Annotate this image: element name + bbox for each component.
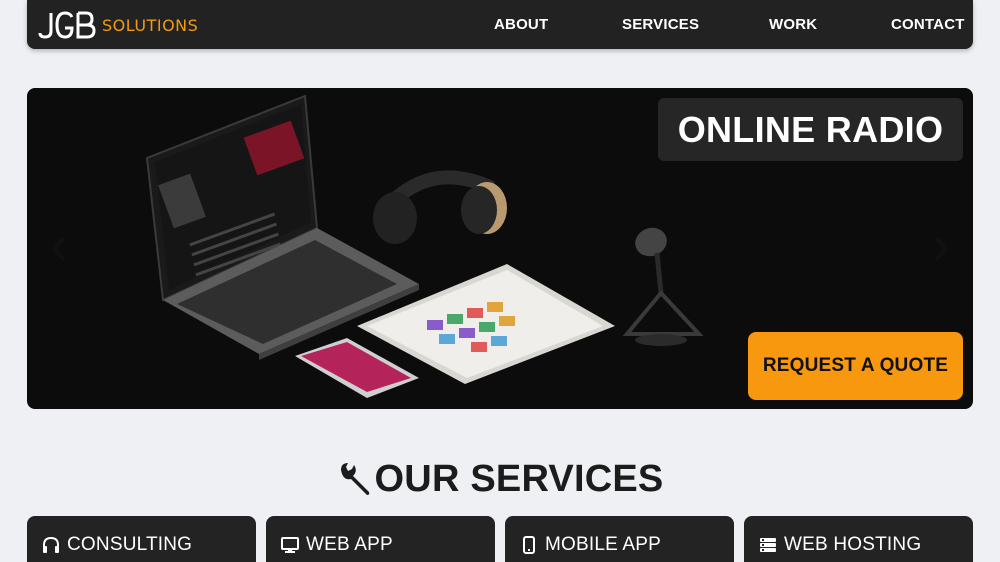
services-heading: OUR SERVICES bbox=[0, 456, 1000, 502]
top-navbar: SOLUTIONS ABOUT SERVICES WORK CONTACT bbox=[27, 0, 973, 49]
carousel-next-button[interactable] bbox=[929, 234, 953, 264]
hero-title-box: ONLINE RADIO bbox=[658, 98, 963, 161]
request-quote-button[interactable]: REQUEST A QUOTE bbox=[748, 332, 963, 400]
service-card-label: WEB HOSTING bbox=[784, 534, 922, 555]
mobile-icon bbox=[519, 535, 539, 555]
nav-services[interactable]: SERVICES bbox=[622, 16, 699, 33]
nav-work[interactable]: WORK bbox=[769, 16, 817, 33]
carousel-prev-button[interactable] bbox=[47, 234, 71, 264]
service-card-consulting[interactable]: CONSULTING bbox=[27, 516, 256, 562]
hero-carousel: ONLINE RADIO REQUEST A QUOTE bbox=[27, 88, 973, 409]
nav-about[interactable]: ABOUT bbox=[494, 16, 548, 33]
wrench-icon bbox=[340, 463, 369, 495]
nav-contact[interactable]: CONTACT bbox=[891, 16, 965, 33]
chevron-right-icon bbox=[934, 236, 949, 262]
chevron-left-icon bbox=[51, 236, 66, 262]
service-card-label: MOBILE APP bbox=[545, 534, 662, 555]
services-title: OUR SERVICES bbox=[374, 457, 664, 500]
service-card-web-hosting[interactable]: WEB HOSTING bbox=[744, 516, 973, 562]
desktop-icon bbox=[280, 535, 300, 555]
service-card-mobile-app[interactable]: MOBILE APP bbox=[505, 516, 734, 562]
service-card-label: CONSULTING bbox=[67, 534, 193, 555]
service-card-label: WEB APP bbox=[306, 534, 393, 555]
jgb-logo-mark bbox=[38, 11, 96, 39]
brand-word: SOLUTIONS bbox=[102, 15, 199, 35]
service-card-web-app[interactable]: WEB APP bbox=[266, 516, 495, 562]
server-icon bbox=[758, 535, 778, 555]
hero-title: ONLINE RADIO bbox=[677, 108, 944, 150]
brand-logo[interactable]: SOLUTIONS bbox=[38, 11, 198, 39]
headphones-icon bbox=[41, 535, 61, 555]
